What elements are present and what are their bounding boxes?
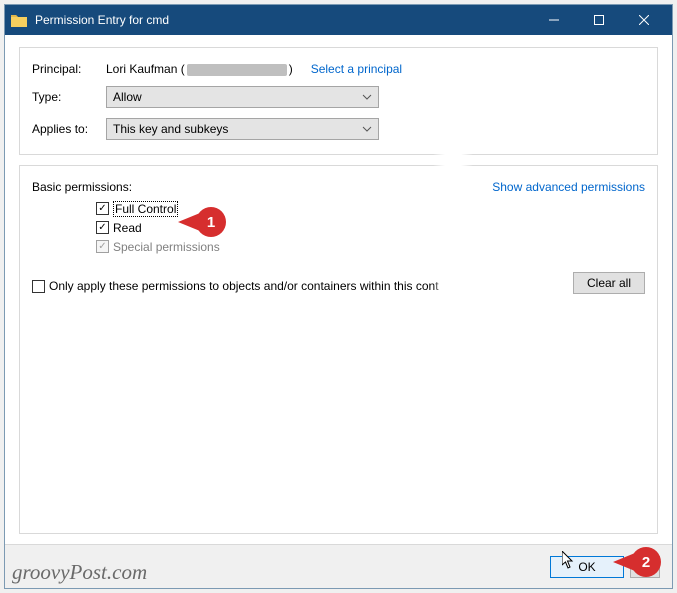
special-checkbox [96, 240, 109, 253]
basic-permissions-label: Basic permissions: [32, 180, 132, 194]
type-label: Type: [32, 90, 96, 104]
permissions-section: Basic permissions: Show advanced permiss… [19, 165, 658, 534]
chevron-down-icon [362, 124, 372, 134]
permissions-header: Basic permissions: Show advanced permiss… [32, 180, 645, 194]
only-apply-label: Only apply these permissions to objects … [49, 279, 439, 293]
show-advanced-link[interactable]: Show advanced permissions [492, 180, 645, 194]
type-row: Type: Allow [32, 86, 645, 108]
applies-to-row: Applies to: This key and subkeys [32, 118, 645, 140]
permission-full-control[interactable]: Full Control [96, 200, 645, 217]
content-area: Principal: Lori Kaufman () Select a prin… [5, 35, 672, 544]
close-button[interactable] [621, 5, 666, 35]
permission-special: Special permissions [96, 238, 645, 255]
principal-section: Principal: Lori Kaufman () Select a prin… [19, 47, 658, 155]
clear-all-button[interactable]: Clear all [573, 272, 645, 294]
applies-to-value: This key and subkeys [113, 122, 228, 136]
chevron-down-icon [362, 92, 372, 102]
cancel-button-partial[interactable] [630, 556, 660, 578]
maximize-button[interactable] [576, 5, 621, 35]
select-principal-link[interactable]: Select a principal [311, 62, 402, 76]
type-dropdown[interactable]: Allow [106, 86, 379, 108]
permission-read[interactable]: Read [96, 219, 645, 236]
read-checkbox[interactable] [96, 221, 109, 234]
principal-row: Principal: Lori Kaufman () Select a prin… [32, 62, 645, 76]
full-control-checkbox[interactable] [96, 202, 109, 215]
titlebar: Permission Entry for cmd [5, 5, 672, 35]
ok-button[interactable]: OK [550, 556, 624, 578]
footer: OK [5, 544, 672, 588]
principal-name: Lori Kaufman () [106, 62, 293, 76]
type-value: Allow [113, 90, 142, 104]
special-label: Special permissions [113, 240, 220, 254]
read-label: Read [113, 221, 142, 235]
applies-to-label: Applies to: [32, 122, 96, 136]
window-title: Permission Entry for cmd [35, 13, 523, 27]
minimize-button[interactable] [531, 5, 576, 35]
window-controls [531, 5, 666, 35]
permission-entry-window: Permission Entry for cmd Principal: Lori… [4, 4, 673, 589]
only-apply-row[interactable]: Only apply these permissions to objects … [32, 279, 645, 293]
full-control-label: Full Control [113, 201, 178, 217]
applies-to-dropdown[interactable]: This key and subkeys [106, 118, 379, 140]
redacted-email [187, 64, 287, 76]
principal-label: Principal: [32, 62, 96, 76]
only-apply-checkbox[interactable] [32, 280, 45, 293]
permission-list: Full Control Read Special permissions [96, 200, 645, 255]
folder-icon [11, 12, 27, 28]
